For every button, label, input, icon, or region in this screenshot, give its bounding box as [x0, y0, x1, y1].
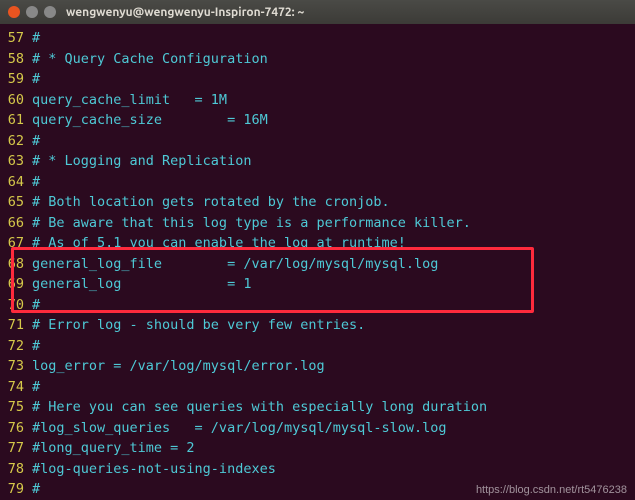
line-number: 72 — [0, 336, 32, 357]
line-content: # — [32, 28, 40, 49]
minimize-icon[interactable] — [26, 6, 38, 18]
line-number: 63 — [0, 151, 32, 172]
code-line: 63# * Logging and Replication — [0, 151, 635, 172]
line-number: 76 — [0, 418, 32, 439]
line-content: # Here you can see queries with especial… — [32, 397, 487, 418]
code-line: 75# Here you can see queries with especi… — [0, 397, 635, 418]
line-number: 66 — [0, 213, 32, 234]
code-line: 69general_log = 1 — [0, 274, 635, 295]
line-content: # * Logging and Replication — [32, 151, 251, 172]
line-content: # * Query Cache Configuration — [32, 49, 268, 70]
line-number: 59 — [0, 69, 32, 90]
line-content: query_cache_size = 16M — [32, 110, 268, 131]
code-line: 71# Error log - should be very few entri… — [0, 315, 635, 336]
code-line: 68general_log_file = /var/log/mysql/mysq… — [0, 254, 635, 275]
code-line: 57# — [0, 28, 635, 49]
line-content: # — [32, 377, 40, 398]
line-number: 75 — [0, 397, 32, 418]
line-number: 58 — [0, 49, 32, 70]
code-line: 64# — [0, 172, 635, 193]
line-number: 62 — [0, 131, 32, 152]
line-content: # — [32, 295, 40, 316]
code-line: 67# As of 5.1 you can enable the log at … — [0, 233, 635, 254]
code-line: 58# * Query Cache Configuration — [0, 49, 635, 70]
terminal-editor[interactable]: 57#58# * Query Cache Configuration59#60q… — [0, 24, 635, 500]
line-content: # Be aware that this log type is a perfo… — [32, 213, 471, 234]
line-number: 77 — [0, 438, 32, 459]
line-number: 65 — [0, 192, 32, 213]
line-number: 79 — [0, 479, 32, 500]
maximize-icon[interactable] — [44, 6, 56, 18]
line-number: 61 — [0, 110, 32, 131]
line-number: 71 — [0, 315, 32, 336]
code-line: 61query_cache_size = 16M — [0, 110, 635, 131]
code-line: 77#long_query_time = 2 — [0, 438, 635, 459]
line-number: 69 — [0, 274, 32, 295]
line-number: 70 — [0, 295, 32, 316]
code-line: 76#log_slow_queries = /var/log/mysql/mys… — [0, 418, 635, 439]
line-content: log_error = /var/log/mysql/error.log — [32, 356, 325, 377]
code-line: 65# Both location gets rotated by the cr… — [0, 192, 635, 213]
line-number: 67 — [0, 233, 32, 254]
code-line: 66# Be aware that this log type is a per… — [0, 213, 635, 234]
line-content: general_log = 1 — [32, 274, 251, 295]
line-content: # Both location gets rotated by the cron… — [32, 192, 390, 213]
code-line: 74# — [0, 377, 635, 398]
line-number: 57 — [0, 28, 32, 49]
line-content: # As of 5.1 you can enable the log at ru… — [32, 233, 406, 254]
watermark-text: https://blog.csdn.net/rt5476238 — [476, 484, 627, 496]
window-title: wengwenyu@wengwenyu-Inspiron-7472: ~ — [66, 6, 304, 19]
line-content: #long_query_time = 2 — [32, 438, 195, 459]
line-number: 73 — [0, 356, 32, 377]
line-content: # — [32, 336, 40, 357]
line-content: # — [32, 69, 40, 90]
code-line: 62# — [0, 131, 635, 152]
line-number: 68 — [0, 254, 32, 275]
line-number: 60 — [0, 90, 32, 111]
line-content: # — [32, 172, 40, 193]
line-content: general_log_file = /var/log/mysql/mysql.… — [32, 254, 438, 275]
code-line: 60query_cache_limit = 1M — [0, 90, 635, 111]
line-content: query_cache_limit = 1M — [32, 90, 227, 111]
line-number: 74 — [0, 377, 32, 398]
line-content: #log_slow_queries = /var/log/mysql/mysql… — [32, 418, 447, 439]
code-line: 72# — [0, 336, 635, 357]
close-icon[interactable] — [8, 6, 20, 18]
line-number: 64 — [0, 172, 32, 193]
code-line: 73log_error = /var/log/mysql/error.log — [0, 356, 635, 377]
line-content: # — [32, 131, 40, 152]
line-number: 78 — [0, 459, 32, 480]
code-line: 59# — [0, 69, 635, 90]
line-content: #log-queries-not-using-indexes — [32, 459, 276, 480]
code-line: 78#log-queries-not-using-indexes — [0, 459, 635, 480]
window-titlebar: wengwenyu@wengwenyu-Inspiron-7472: ~ — [0, 0, 635, 24]
code-line: 70# — [0, 295, 635, 316]
line-content: # Error log - should be very few entries… — [32, 315, 365, 336]
line-content: # — [32, 479, 40, 500]
